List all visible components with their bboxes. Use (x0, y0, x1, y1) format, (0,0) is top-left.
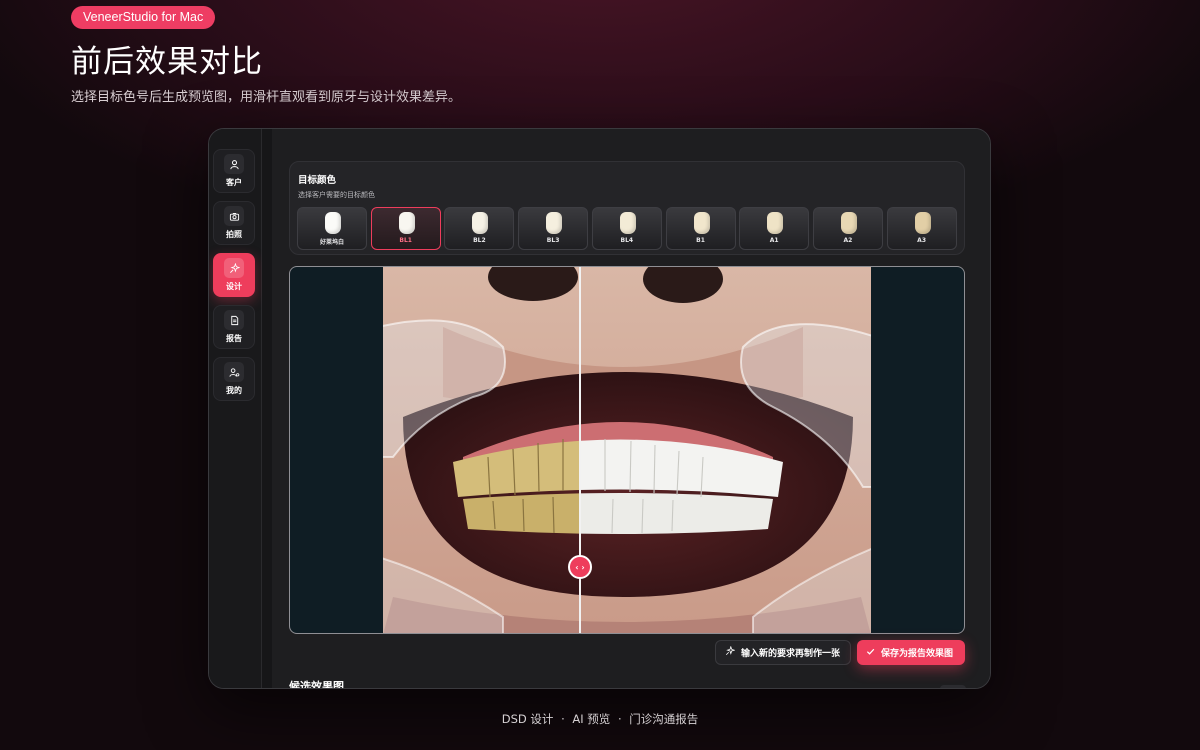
profile-settings-icon (224, 362, 244, 382)
tooth-shade-icon (840, 212, 857, 234)
swatch-label: BL3 (546, 237, 560, 244)
mouth-photo (383, 267, 871, 633)
tooth-shade-icon (546, 212, 563, 234)
swatch-label: A1 (769, 237, 779, 244)
sidebar-item-label: 拍照 (226, 230, 242, 239)
panel-subtitle: 选择客户需要的目标颜色 (298, 191, 375, 199)
sidebar-item-mine[interactable]: 我的 (213, 357, 255, 401)
swatch-label: BL4 (620, 237, 634, 244)
save-report-button[interactable]: 保存为报告效果图 (857, 640, 965, 665)
save-report-label: 保存为报告效果图 (881, 649, 954, 659)
regenerate-button[interactable]: 输入新的要求再制作一张 (715, 640, 851, 665)
before-after-compare[interactable]: ‹ › (289, 266, 965, 634)
swatch-label: BL1 (399, 237, 412, 244)
target-color-panel: 目标颜色 选择客户需要的目标颜色 好莱坞白 BL1 BL2 BL3 BL4 B1 A1 A2 A… (289, 161, 965, 255)
footer-item: 门诊沟通报告 (629, 712, 699, 726)
color-swatch[interactable]: B1 (665, 207, 736, 250)
user-icon (224, 154, 244, 174)
chevron-left-right-icon: ‹ › (575, 562, 585, 572)
color-swatch[interactable]: BL3 (518, 207, 589, 250)
sidebar-item-report[interactable]: 报告 (213, 305, 255, 349)
sidebar-item-design[interactable]: 设计 (213, 253, 255, 297)
footer-tagline: DSD 设计 · AI 预览 · 门诊沟通报告 (0, 711, 1200, 727)
tooth-shade-icon (472, 212, 489, 234)
swatch-label: 好莱坞白 (319, 239, 344, 246)
sparkle-icon (224, 258, 244, 278)
footer-separator: · (561, 712, 565, 726)
color-swatch[interactable]: 好莱坞白 (297, 207, 367, 250)
sidebar-item-label: 设计 (226, 282, 242, 291)
tooth-shade-icon (398, 212, 415, 234)
swatch-label: BL2 (473, 237, 486, 244)
tooth-shade-icon (619, 212, 636, 234)
tooth-shade-icon (325, 212, 341, 234)
tooth-shade-icon (693, 212, 710, 234)
compare-slider-handle[interactable]: ‹ › (568, 555, 592, 579)
sidebar-item-label: 我的 (226, 386, 242, 395)
sidebar: 客户 拍照 设计 报告 我的 (209, 129, 262, 688)
app-window: 客户 拍照 设计 报告 我的 目标颜色 选择客户需要的目标颜色 好莱坞白 BL1… (208, 128, 991, 689)
candidates-title: 候选效果图 (289, 680, 344, 689)
sidebar-item-label: 报告 (226, 334, 242, 343)
sidebar-item-label: 客户 (226, 178, 242, 187)
candidates-toggle[interactable] (940, 685, 966, 688)
sparkle-icon (725, 645, 736, 659)
tooth-shade-icon (914, 212, 931, 234)
panel-title: 目标颜色 (298, 175, 337, 186)
sidebar-item-customer[interactable]: 客户 (213, 149, 255, 193)
footer-item: AI 预览 (572, 712, 611, 726)
footer-item: DSD 设计 (501, 712, 554, 726)
sidebar-item-photo[interactable]: 拍照 (213, 201, 255, 245)
check-icon (866, 647, 875, 659)
color-swatch[interactable]: A1 (739, 207, 810, 250)
app-badge: VeneerStudio for Mac (71, 6, 216, 29)
footer-separator: · (617, 712, 622, 726)
camera-icon (224, 206, 244, 226)
sidebar-rail (262, 129, 272, 688)
color-swatch[interactable]: BL4 (591, 207, 662, 250)
page-title: 前后效果对比 (71, 44, 263, 80)
document-icon (224, 310, 244, 330)
color-swatch[interactable]: A2 (812, 207, 883, 250)
page-subtitle: 选择目标色号后生成预览图，用滑杆直观看到原牙与设计效果差异。 (71, 90, 462, 105)
design-main: 目标颜色 选择客户需要的目标颜色 好莱坞白 BL1 BL2 BL3 BL4 B1 A1 A2 A… (272, 129, 990, 688)
regenerate-label: 输入新的要求再制作一张 (741, 649, 841, 659)
swatch-label: A2 (843, 237, 853, 244)
swatch-label: B1 (696, 237, 705, 244)
color-swatch[interactable]: A3 (886, 207, 957, 250)
swatch-label: A3 (917, 237, 926, 244)
color-swatch[interactable]: BL2 (444, 207, 515, 250)
tooth-shade-icon (767, 212, 784, 234)
color-swatch[interactable]: BL1 (370, 207, 441, 250)
